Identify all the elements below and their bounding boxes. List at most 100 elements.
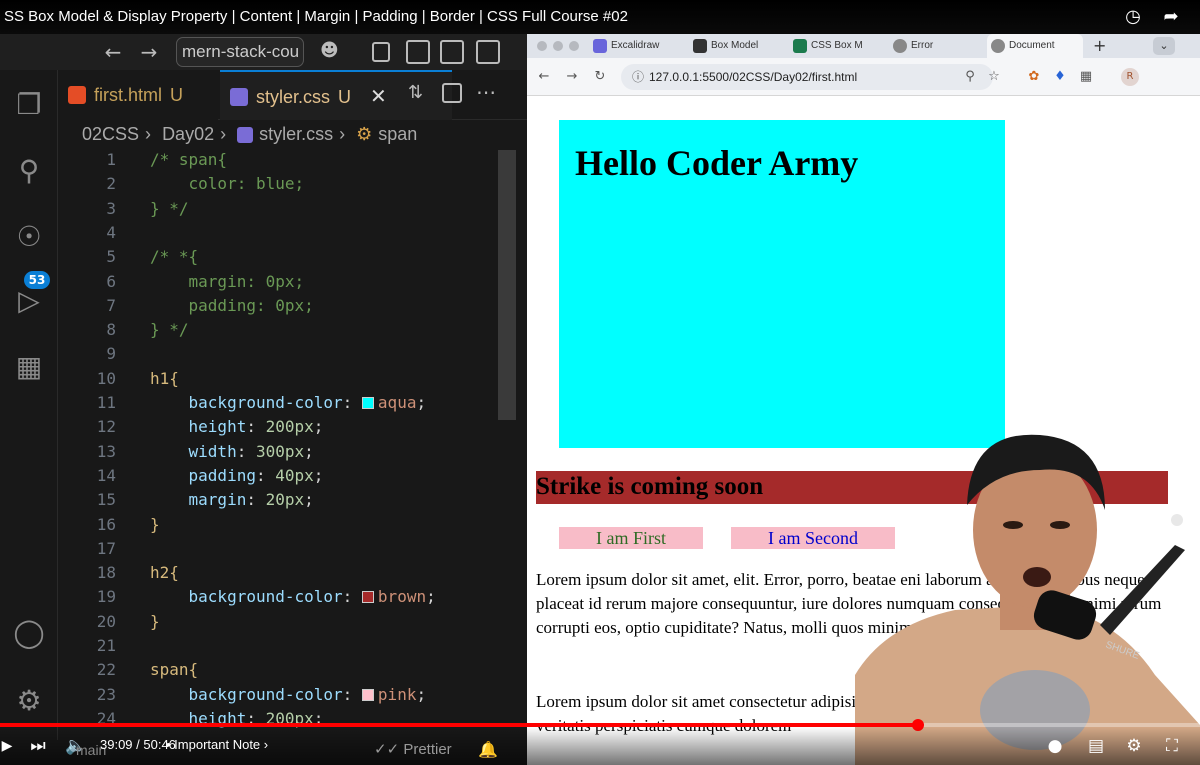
watch-later-icon[interactable]: ◷: [1122, 6, 1144, 28]
browser-tab[interactable]: Excalidraw: [589, 34, 685, 58]
source-control-icon[interactable]: ☉: [10, 218, 48, 256]
site-info-icon[interactable]: ⓘ: [629, 68, 647, 86]
breadcrumb-item[interactable]: span: [378, 124, 417, 144]
tab-label: Document: [1009, 40, 1055, 51]
window-close-button[interactable]: [537, 41, 547, 51]
color-swatch[interactable]: [361, 591, 374, 604]
tab-search-chevron-icon[interactable]: ⌄: [1153, 37, 1175, 55]
code-comment: /* span{: [150, 150, 228, 169]
chapter-title[interactable]: • Important Note ›: [166, 737, 268, 752]
symbol-icon: ⚙: [356, 124, 373, 144]
window-minimize-button[interactable]: [553, 41, 563, 51]
zoom-icon[interactable]: ⚲: [961, 68, 979, 86]
extension-icon[interactable]: ♦: [1051, 68, 1069, 86]
extensions-puzzle-icon[interactable]: ▦: [1077, 68, 1095, 86]
code-line: color: blue;: [150, 174, 305, 193]
next-icon[interactable]: ⏭: [28, 733, 48, 759]
address-bar[interactable]: 127.0.0.1:5500/02CSS/Day02/first.html: [621, 64, 993, 90]
toggle-panel-icon[interactable]: [440, 40, 464, 64]
forward-arrow-icon[interactable]: →: [136, 40, 162, 64]
bookmark-star-icon[interactable]: ☆: [985, 68, 1003, 86]
layout-icon[interactable]: [372, 42, 390, 62]
share-icon[interactable]: ➦: [1160, 6, 1182, 28]
new-tab-icon[interactable]: +: [1093, 36, 1106, 55]
toggle-sidebar-icon[interactable]: [406, 40, 430, 64]
browser-tab[interactable]: Box Model: [689, 34, 785, 58]
tab-label: Error: [911, 40, 934, 51]
globe-icon: [893, 39, 907, 53]
line-number: 11: [96, 393, 116, 412]
extension-icon[interactable]: ✿: [1025, 68, 1043, 86]
search-icon[interactable]: ⚲: [10, 152, 48, 190]
settings-gear-icon[interactable]: ⚙: [10, 682, 48, 720]
line-number: 22: [96, 660, 116, 680]
prettier-status[interactable]: ✓✓ Prettier: [374, 740, 452, 758]
code-editor[interactable]: 1 /* span{2 color: blue; 3} */ 4 5 /* *{6 mar…: [58, 150, 527, 765]
autoplay-toggle[interactable]: ●: [1040, 733, 1070, 759]
notifications-bell-icon[interactable]: 🔔: [478, 740, 498, 759]
css-selector: }: [150, 611, 160, 631]
browser-tab[interactable]: Error: [889, 34, 985, 58]
split-editor-icon[interactable]: [442, 83, 462, 103]
color-swatch[interactable]: [361, 688, 374, 701]
line-number: 18: [96, 563, 116, 583]
editor-scrollbar[interactable]: [498, 150, 516, 420]
browser-tab[interactable]: CSS Box M: [789, 34, 885, 58]
css-selector: span{: [150, 660, 199, 680]
breadcrumb-item[interactable]: styler.css: [259, 124, 333, 144]
vscode-window: ← → mern-stack-cou ☻ ❐ ⚲ ☉ 53 ▷ ▦ ◯ ⚙ fi…: [0, 34, 527, 765]
code-comment: } */: [150, 320, 189, 340]
explorer-icon[interactable]: ❐: [10, 86, 48, 124]
extensions-icon[interactable]: ▦: [10, 348, 48, 386]
browser-tab-active[interactable]: Document: [987, 34, 1083, 58]
line-number: 21: [96, 636, 116, 655]
css-property: background-color: [188, 587, 343, 607]
command-center-search[interactable]: mern-stack-cou: [176, 37, 304, 67]
w3schools-icon: [793, 39, 807, 53]
check-icon: ✓✓: [374, 741, 400, 758]
run-debug-icon[interactable]: ▷: [10, 282, 48, 320]
subtitles-icon[interactable]: ▤: [1084, 733, 1108, 759]
line-number: 13: [96, 441, 116, 461]
code-line: h2{: [150, 563, 179, 582]
profile-avatar[interactable]: R: [1121, 68, 1139, 86]
back-arrow-icon[interactable]: ←: [100, 40, 126, 64]
code-line: padding: 40px;: [188, 465, 324, 485]
code-comment: margin: 0px;: [150, 271, 305, 291]
fullscreen-icon[interactable]: ⛶: [1160, 733, 1184, 759]
window-maximize-button[interactable]: [569, 41, 579, 51]
compare-changes-icon[interactable]: ⇅: [408, 82, 430, 104]
code-line: margin: 0px;: [150, 271, 305, 291]
back-arrow-icon[interactable]: ←: [535, 68, 553, 86]
span-first: I am First: [559, 527, 703, 549]
settings-gear-icon[interactable]: ⚙: [1122, 733, 1146, 759]
breadcrumb-item[interactable]: Day02: [162, 124, 214, 144]
code-line: background-color: pink;: [188, 684, 427, 704]
css-selector: h2{: [150, 563, 179, 583]
css-selector: h1{: [150, 368, 179, 388]
browser-window: Excalidraw Box Model CSS Box M Error Doc…: [527, 34, 1200, 765]
line-number: 5: [106, 247, 116, 267]
close-icon[interactable]: ✕: [370, 86, 387, 108]
chevron-right-icon: ›: [145, 124, 152, 144]
toggle-secondary-sidebar-icon[interactable]: [476, 40, 500, 64]
tab-status: U: [170, 85, 184, 105]
video-title[interactable]: SS Box Model & Display Property | Conten…: [4, 8, 628, 25]
tab-label: Excalidraw: [611, 40, 660, 51]
code-line: span{: [150, 660, 198, 679]
reload-icon[interactable]: ↻: [591, 68, 609, 86]
play-icon[interactable]: ▶: [0, 733, 14, 759]
account-icon[interactable]: ◯: [10, 614, 48, 652]
color-swatch[interactable]: [361, 397, 374, 409]
code-comment: /* *{: [150, 247, 199, 267]
breadcrumb-item[interactable]: 02CSS: [82, 124, 139, 144]
more-actions-icon[interactable]: ⋯: [476, 80, 496, 104]
code-line: }: [150, 515, 160, 534]
web-page: Hello Coder Army Strike is coming soon I…: [527, 96, 1200, 765]
vscode-titlebar: ← → mern-stack-cou ☻: [0, 34, 527, 70]
forward-arrow-icon[interactable]: →: [563, 68, 581, 86]
chapter-label: Important Note: [174, 737, 261, 752]
copilot-icon[interactable]: ☻: [320, 40, 348, 64]
excalidraw-icon: [593, 39, 607, 53]
tab-first-html[interactable]: first.html U: [58, 70, 218, 120]
